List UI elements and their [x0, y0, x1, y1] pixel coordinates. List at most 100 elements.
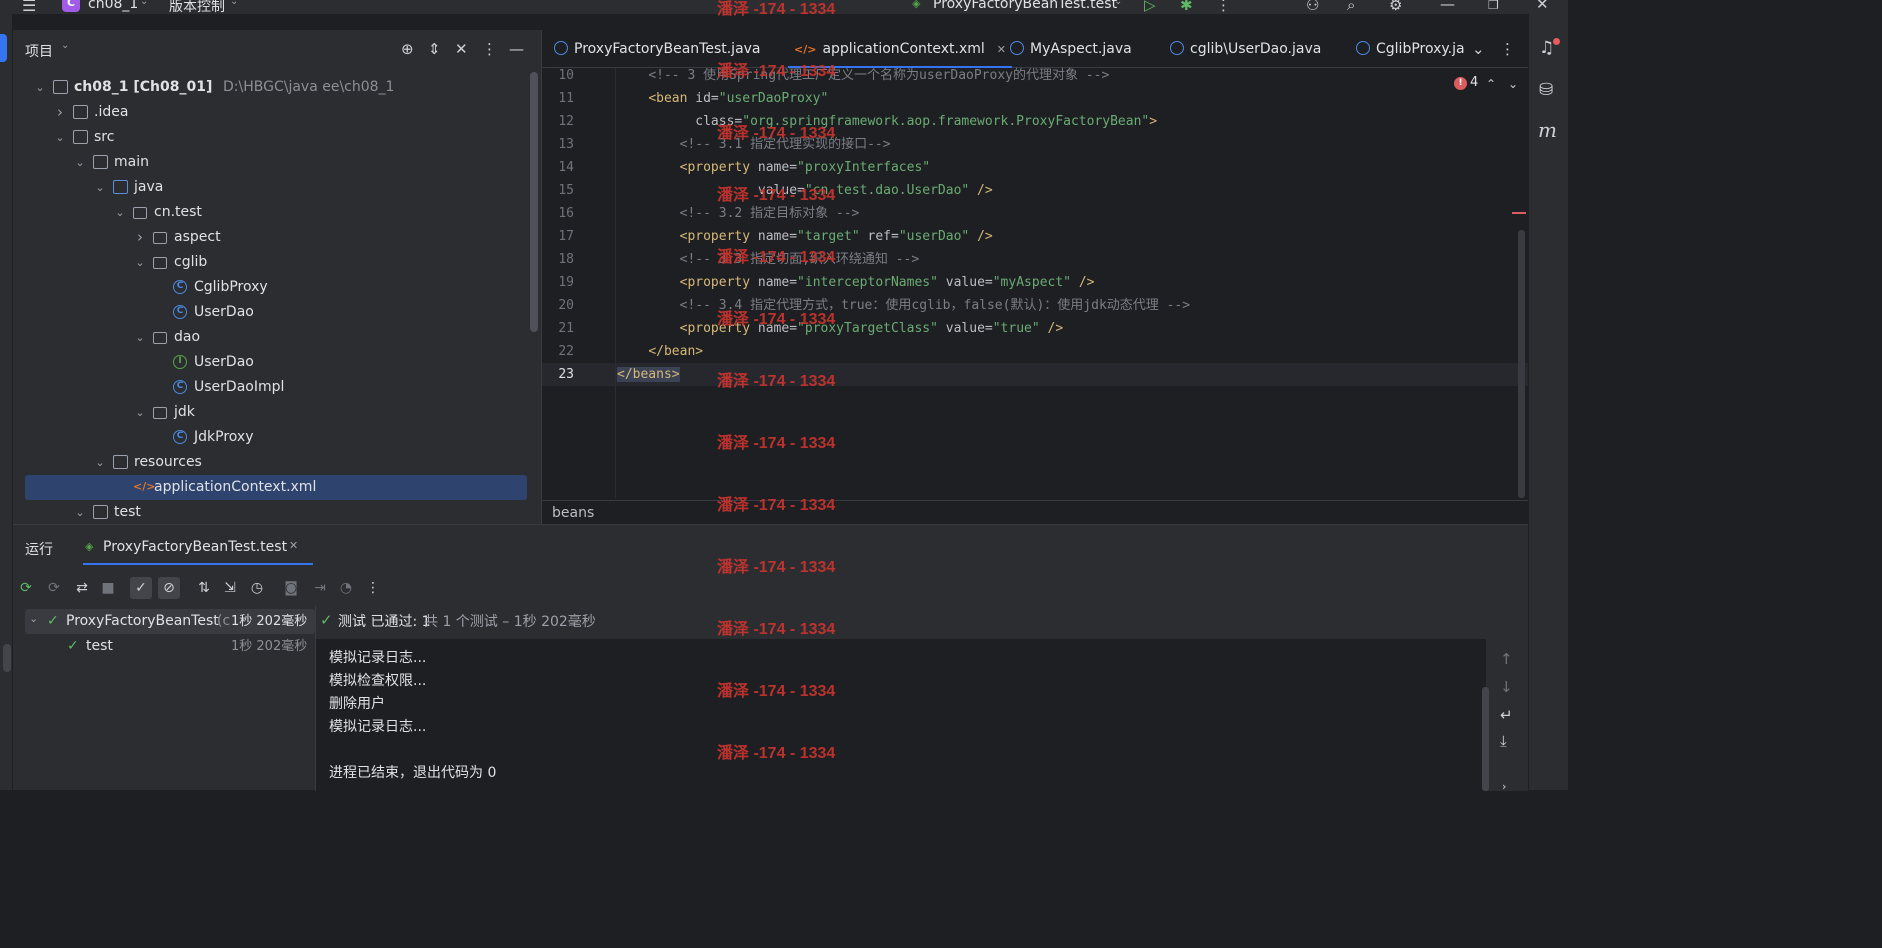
scroll-to-end-icon[interactable]: ⤓: [1500, 733, 1507, 749]
chevron-down-icon[interactable]: ⌄: [133, 250, 147, 275]
editor-tab[interactable]: cglib\UserDao.java: [1170, 30, 1321, 68]
close-window-icon[interactable]: ✕: [1536, 0, 1549, 12]
main-menu-icon[interactable]: ☰: [22, 0, 36, 14]
add-user-icon[interactable]: ⚇: [1306, 0, 1319, 13]
tree-item[interactable]: ⌄ resources: [13, 450, 528, 475]
screenshot-icon[interactable]: ◙: [280, 577, 302, 599]
breadcrumb[interactable]: beans: [552, 505, 594, 521]
tree-item[interactable]: › .idea: [13, 100, 528, 125]
run-config-icon: ◈: [912, 0, 921, 10]
run-icon[interactable]: ▷: [1144, 0, 1156, 13]
soft-wrap-icon[interactable]: ↵: [1500, 707, 1513, 723]
tree-item[interactable]: C CglibProxy: [13, 275, 528, 300]
options-icon[interactable]: ⋮: [482, 41, 497, 57]
tree-item[interactable]: ⌄ dao: [13, 325, 528, 350]
tree-item[interactable]: ⌄ java: [13, 175, 528, 200]
chevron-down-icon[interactable]: ⌄: [133, 400, 147, 425]
search-icon[interactable]: ⌕: [1347, 0, 1355, 13]
run-config-selector[interactable]: ProxyFactoryBeanTest.test: [933, 0, 1117, 12]
tree-item[interactable]: ⌄ cn.test: [13, 200, 528, 225]
vcs-menu[interactable]: 版本控制: [169, 0, 225, 14]
sort-duration-icon[interactable]: ⇲: [219, 577, 241, 599]
code-editor[interactable]: 10 <!-- 3 使用Spring代理工厂定义一个名称为userDaoProx…: [542, 64, 1528, 504]
stop-icon[interactable]: ■: [97, 577, 119, 599]
more-arrow-icon[interactable]: ›: [1502, 779, 1506, 795]
chevron-down-icon[interactable]: ⌄: [29, 609, 38, 631]
import-tests-icon[interactable]: ⇥: [309, 577, 331, 599]
tree-item[interactable]: I UserDao: [13, 350, 528, 375]
collapse-all-icon[interactable]: ✕: [455, 41, 468, 57]
scroll-down-icon[interactable]: ↓: [1500, 679, 1513, 695]
tree-item[interactable]: C JdkProxy: [13, 425, 528, 450]
show-ignored-icon[interactable]: ⊘: [158, 577, 180, 599]
notifications-icon[interactable]: ♫: [1539, 40, 1554, 57]
tree-item[interactable]: </> applicationContext.xml: [25, 475, 527, 500]
history-icon[interactable]: ◷: [246, 577, 268, 599]
editor-tab[interactable]: CglibProxy.ja: [1356, 30, 1465, 68]
hide-panel-icon[interactable]: —: [509, 41, 524, 57]
expand-all-icon[interactable]: ⇕: [428, 41, 441, 57]
line-number: 23: [558, 367, 574, 382]
tree-item[interactable]: ⌄ test: [13, 500, 528, 524]
tree-item[interactable]: ⌄ jdk: [13, 400, 528, 425]
coverage-icon[interactable]: ◔: [335, 577, 357, 599]
test-status-bar: ✓ 测试 已通过: 1 共 1 个测试 – 1秒 202毫秒: [316, 605, 1528, 639]
locate-icon[interactable]: ⊕: [401, 41, 414, 57]
tree-item[interactable]: ⌄ ch08_1 [Ch08_01] D:\HBGC\java ee\ch08_1: [13, 75, 528, 100]
close-tab-icon[interactable]: ✕: [997, 43, 1006, 56]
project-switcher[interactable]: ch08_1: [88, 0, 138, 12]
project-panel-title[interactable]: 项目: [25, 41, 53, 61]
run-more-icon[interactable]: ⋮: [362, 577, 384, 599]
editor-tab[interactable]: MyAspect.java: [1010, 30, 1132, 68]
chevron-down-icon[interactable]: ⌄: [93, 450, 107, 475]
tabs-more-icon[interactable]: ⋮: [1500, 41, 1515, 57]
watermark-text: 潘泽 -174 - 1334: [717, 187, 836, 204]
chevron-down-icon[interactable]: ⌄: [113, 200, 127, 225]
tabs-dropdown-icon[interactable]: ⌄: [1472, 41, 1485, 57]
run-tab[interactable]: ProxyFactoryBeanTest.test: [103, 539, 287, 555]
test-tree-item[interactable]: ✓ test 1秒 202毫秒: [25, 634, 315, 659]
line-number: 17: [558, 229, 574, 244]
close-tab-icon[interactable]: ✕: [289, 539, 298, 552]
chevron-down-icon[interactable]: ⌄: [73, 500, 87, 524]
editor-scrollbar[interactable]: [1518, 230, 1525, 498]
database-icon[interactable]: ⛁: [1539, 82, 1553, 99]
restore-icon[interactable]: ❐: [1488, 0, 1499, 13]
tree-item[interactable]: ⌄ src: [13, 125, 528, 150]
code-line: 19 <property name="interceptorNames" val…: [542, 271, 1528, 294]
tree-item[interactable]: ⌄ main: [13, 150, 528, 175]
tool-icon[interactable]: [3, 644, 11, 672]
watermark-text: 潘泽 -174 - 1334: [717, 311, 836, 328]
scroll-up-icon[interactable]: ↑: [1500, 651, 1513, 667]
show-passed-icon[interactable]: ✓: [130, 577, 152, 599]
run-panel-title[interactable]: 运行: [25, 539, 53, 559]
tree-item[interactable]: ⌄ cglib: [13, 250, 528, 275]
chevron-right-icon[interactable]: ›: [53, 100, 67, 125]
console-scrollbar[interactable]: [1482, 687, 1489, 791]
tree-scrollbar[interactable]: [530, 72, 538, 332]
tree-item[interactable]: › aspect: [13, 225, 528, 250]
console-line: 删除用户: [329, 696, 385, 712]
line-number: 22: [558, 344, 574, 359]
test-tree-item[interactable]: ⌄ ✓ ProxyFactoryBeanTest (c 1秒 202毫秒: [25, 609, 315, 634]
minimize-icon[interactable]: —: [1440, 0, 1455, 12]
chevron-down-icon[interactable]: ⌄: [53, 125, 67, 150]
toggle-auto-test-icon[interactable]: ⇄: [71, 577, 93, 599]
tree-item-label: CglibProxy: [194, 279, 268, 295]
error-stripe-mark[interactable]: [1512, 212, 1526, 214]
tree-item[interactable]: C UserDaoImpl: [13, 375, 528, 400]
chevron-right-icon[interactable]: ›: [133, 225, 147, 250]
debug-icon[interactable]: ✱: [1180, 0, 1193, 13]
rerun-icon[interactable]: ⟳: [15, 577, 37, 599]
project-tool-icon[interactable]: [0, 34, 7, 62]
chevron-down-icon[interactable]: ⌄: [33, 75, 47, 100]
settings-icon[interactable]: ⚙: [1389, 0, 1402, 13]
chevron-down-icon[interactable]: ⌄: [133, 325, 147, 350]
maven-icon[interactable]: m: [1538, 120, 1557, 140]
chevron-down-icon[interactable]: ⌄: [73, 150, 87, 175]
more-vertical-icon[interactable]: ⋮: [1216, 0, 1231, 13]
rerun-failed-icon[interactable]: ⟳: [43, 577, 65, 599]
sort-alpha-icon[interactable]: ⇅: [193, 577, 215, 599]
chevron-down-icon[interactable]: ⌄: [93, 175, 107, 200]
tree-item[interactable]: C UserDao: [13, 300, 528, 325]
